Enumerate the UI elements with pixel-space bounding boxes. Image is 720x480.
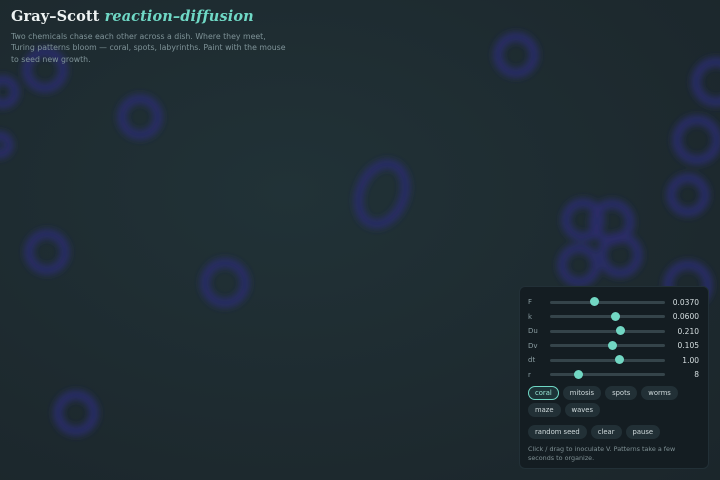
instructions-hint: Click / drag to inoculate V. Patterns ta…: [528, 445, 676, 463]
pattern-blob: [666, 173, 710, 217]
preset-maze-button[interactable]: maze: [528, 403, 561, 417]
preset-spots-button[interactable]: spots: [605, 386, 638, 400]
pattern-blob: [24, 229, 70, 275]
preset-waves-button[interactable]: waves: [564, 403, 601, 417]
slider-value: 0.0370: [672, 297, 699, 307]
slider-thumb[interactable]: [574, 369, 584, 379]
page-subtitle: Two chemicals chase each other across a …: [11, 32, 286, 64]
pattern-blob: [691, 57, 720, 107]
slider-row-r: r 8: [528, 368, 699, 382]
pattern-blob: [353, 159, 411, 229]
preset-mitosis-button[interactable]: mitosis: [562, 386, 602, 400]
slider-thumb[interactable]: [590, 297, 600, 306]
slider-value: 1.00: [682, 355, 699, 365]
slider-thumb[interactable]: [611, 311, 621, 321]
slider-row-dt: dt 1.00: [528, 353, 699, 367]
slider-row-k: k 0.0600: [528, 310, 699, 324]
slider-dt[interactable]: [550, 355, 665, 364]
page-title: Gray–Scott reaction–diffusion: [11, 8, 291, 25]
slider-value: 0.210: [677, 326, 699, 336]
pattern-blob: [117, 94, 163, 140]
slider-thumb[interactable]: [615, 326, 625, 335]
slider-f[interactable]: [550, 297, 665, 306]
slider-label: F: [528, 298, 533, 306]
slider-k[interactable]: [550, 311, 665, 321]
slider-value: 8: [694, 370, 699, 379]
slider-r[interactable]: [550, 369, 665, 379]
action-buttons: random seed clear pause: [528, 425, 700, 439]
slider-value: 0.0600: [672, 312, 699, 321]
controls-panel: F 0.0370 k 0.0600 Du 0.210 Dv 0.105 dt 1…: [519, 286, 709, 469]
header: Gray–Scott reaction–diffusion Two chemic…: [11, 8, 291, 65]
slider-row-f: F 0.0370: [528, 295, 699, 309]
slider-row-dv: Dv 0.105: [528, 339, 699, 353]
pattern-blob: [0, 131, 14, 159]
slider-label: r: [528, 370, 531, 379]
slider-dv[interactable]: [550, 340, 665, 350]
slider-thumb[interactable]: [614, 355, 624, 364]
pattern-blob: [200, 258, 250, 308]
random-seed-button[interactable]: random seed: [528, 425, 587, 439]
pattern-blob: [557, 243, 601, 287]
preset-coral-button[interactable]: coral: [528, 386, 559, 400]
title-main: Gray–Scott: [11, 8, 100, 25]
preset-buttons: coral mitosis spots worms maze waves: [528, 386, 700, 417]
slider-label: Du: [528, 327, 538, 335]
title-accent: reaction–diffusion: [104, 8, 254, 25]
pattern-blob: [672, 115, 720, 165]
pause-button[interactable]: pause: [625, 425, 661, 439]
slider-label: Dv: [528, 341, 538, 350]
slider-du[interactable]: [550, 326, 665, 335]
pattern-blob: [0, 75, 20, 109]
preset-worms-button[interactable]: worms: [641, 386, 678, 400]
pattern-blob: [493, 32, 539, 78]
slider-row-du: Du 0.210: [528, 324, 699, 338]
slider-label: k: [528, 312, 533, 321]
slider-value: 0.105: [677, 341, 699, 350]
pattern-blob: [53, 390, 99, 436]
clear-button[interactable]: clear: [590, 425, 622, 439]
slider-label: dt: [528, 356, 536, 364]
slider-thumb[interactable]: [607, 340, 617, 350]
